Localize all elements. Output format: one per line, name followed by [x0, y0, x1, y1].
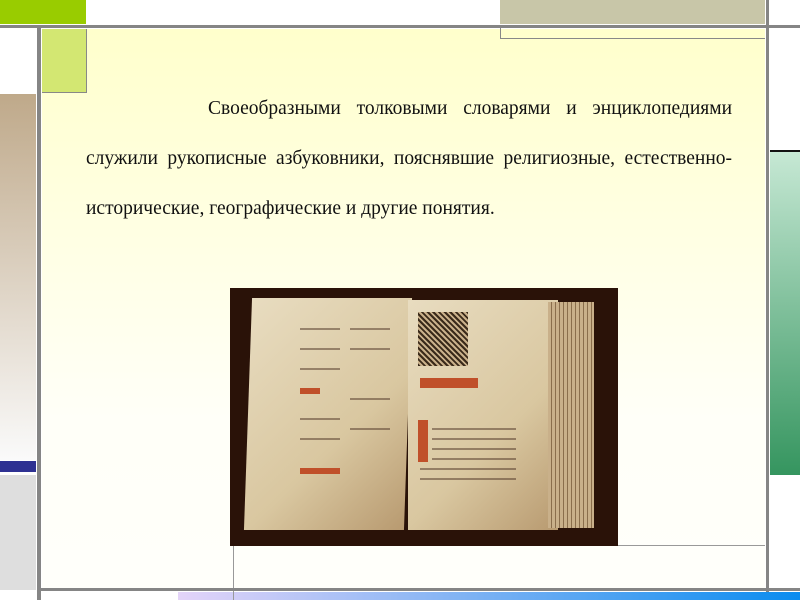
slide-paragraph: Своеобразными толковыми словарями и энци…: [86, 98, 732, 219]
frame-line-left: [37, 25, 41, 600]
left-blue-block: [0, 461, 36, 472]
book-red-title: [420, 378, 478, 388]
book-left-page: [243, 298, 413, 530]
book-red-initial: [418, 420, 428, 462]
frame-line-bottom: [37, 588, 800, 591]
top-tan-block: [500, 0, 765, 24]
bottom-blue-gradient: [178, 592, 800, 600]
left-tan-gradient: [0, 94, 36, 460]
frame-line-top: [0, 25, 800, 28]
frame-line-right: [766, 0, 769, 592]
top-tan-outline: [500, 28, 765, 39]
light-green-block: [42, 29, 87, 93]
bottom-thin-vline: [233, 545, 234, 600]
book-page-edges: [548, 302, 594, 528]
manuscript-book-photo: [230, 288, 618, 546]
right-green-gradient: [770, 152, 800, 475]
book-ornament: [418, 312, 468, 366]
top-green-block: [0, 0, 86, 24]
left-gray-block: [0, 475, 36, 590]
